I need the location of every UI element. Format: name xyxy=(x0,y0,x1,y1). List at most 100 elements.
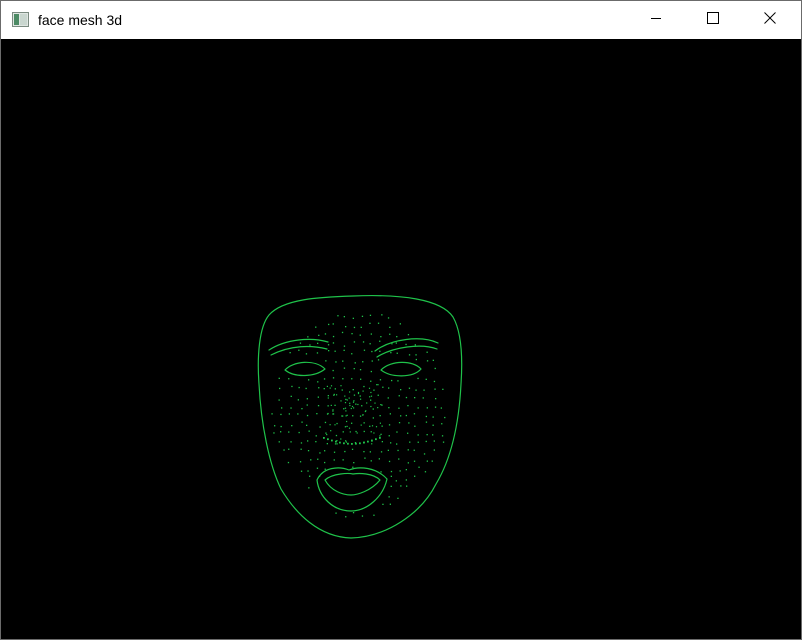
mesh-vertex xyxy=(300,448,302,450)
mesh-vertex xyxy=(351,333,353,335)
mesh-vertex xyxy=(355,430,357,433)
mesh-vertex xyxy=(352,466,354,468)
mesh-vertex xyxy=(353,341,356,343)
mesh-vertex xyxy=(390,475,392,477)
mesh-vertex xyxy=(307,336,309,338)
mesh-vertex xyxy=(336,394,338,396)
mesh-vertex xyxy=(390,442,392,444)
mesh-vertex xyxy=(342,431,344,433)
mesh-vertex xyxy=(400,389,402,391)
mesh-vertex xyxy=(340,385,342,387)
mesh-vertex xyxy=(352,401,355,403)
mesh-vertex xyxy=(391,379,393,382)
mesh-vertex xyxy=(288,448,290,450)
mesh-vertex xyxy=(342,378,344,380)
mesh-vertex xyxy=(434,406,437,408)
mesh-vertex xyxy=(332,409,334,411)
mesh-vertex xyxy=(353,400,355,402)
mesh-vertex xyxy=(405,396,408,399)
close-button[interactable] xyxy=(747,1,793,39)
mesh-vertex xyxy=(325,360,327,362)
mesh-vertex xyxy=(328,323,330,326)
mesh-vertex xyxy=(380,336,382,338)
mesh-vertex xyxy=(290,441,292,443)
mesh-vertex xyxy=(353,368,355,370)
mesh-vertex xyxy=(343,367,346,369)
mesh-vertex xyxy=(324,421,327,424)
mesh-vertex xyxy=(409,441,411,443)
mesh-vertex xyxy=(315,326,317,328)
mesh-vertex xyxy=(369,314,372,316)
mesh-vertex xyxy=(434,388,436,390)
mesh-vertex xyxy=(398,422,401,424)
mesh-vertex xyxy=(426,351,428,353)
mesh-vertex xyxy=(380,404,382,406)
mesh-vertex xyxy=(332,377,335,379)
mesh-vertex xyxy=(370,405,372,408)
mesh-vertex xyxy=(332,369,334,372)
mesh-vertex xyxy=(415,358,417,361)
mesh-vertex xyxy=(407,462,409,464)
mesh-vertex xyxy=(318,387,320,389)
mesh-vertex xyxy=(306,398,308,400)
mesh-vertex xyxy=(346,414,348,416)
mesh-vertex xyxy=(279,387,281,390)
mesh-vertex xyxy=(369,396,371,398)
mesh-vertex xyxy=(425,440,427,443)
app-window: face mesh 3d xyxy=(0,0,802,640)
mesh-vertex xyxy=(340,400,342,402)
mesh-vertex xyxy=(305,387,307,390)
left-eyebrow xyxy=(268,338,329,356)
mesh-vertex xyxy=(291,425,293,427)
mesh-vertex xyxy=(344,426,347,428)
mesh-vertex xyxy=(405,343,407,346)
mesh-vertex xyxy=(347,442,349,445)
mesh-vertex xyxy=(317,381,319,383)
mesh-vertex xyxy=(317,396,319,398)
mesh-vertex xyxy=(352,389,354,391)
mesh-vertex xyxy=(288,378,290,380)
mesh-vertex xyxy=(343,408,345,410)
mesh-vertex xyxy=(432,416,434,418)
mesh-vertex xyxy=(397,497,399,499)
mesh-vertex xyxy=(414,397,416,399)
mesh-vertex xyxy=(359,415,362,417)
mesh-vertex xyxy=(360,378,362,380)
render-canvas[interactable] xyxy=(1,39,801,639)
mesh-vertex xyxy=(377,359,380,361)
mesh-vertex xyxy=(382,386,384,388)
mesh-vertex xyxy=(290,407,292,409)
mesh-vertex xyxy=(349,391,351,393)
mesh-vertices xyxy=(271,314,446,518)
maximize-button[interactable] xyxy=(690,1,736,39)
mesh-vertex xyxy=(352,317,354,319)
mesh-vertex xyxy=(379,422,381,424)
mesh-vertex xyxy=(351,443,353,445)
mesh-vertex xyxy=(372,408,374,410)
maximize-icon xyxy=(707,11,719,29)
mesh-vertex xyxy=(380,451,383,453)
title-bar[interactable]: face mesh 3d xyxy=(1,1,801,39)
mesh-vertex xyxy=(300,442,303,444)
mesh-vertex xyxy=(405,479,407,481)
mesh-vertex xyxy=(355,442,357,445)
mesh-vertex xyxy=(345,398,347,401)
mesh-vertex xyxy=(327,412,329,415)
mesh-vertex xyxy=(408,354,411,356)
mesh-vertex xyxy=(371,425,374,427)
mesh-vertex xyxy=(346,399,348,401)
minimize-button[interactable] xyxy=(633,1,679,39)
right-eye xyxy=(380,361,422,377)
mesh-vertex xyxy=(405,469,407,471)
mesh-vertex xyxy=(345,516,347,518)
mesh-vertex xyxy=(316,352,319,354)
mesh-vertex xyxy=(379,379,382,381)
mesh-vertex xyxy=(334,443,337,445)
mesh-vertex xyxy=(356,432,358,434)
mesh-vertex xyxy=(280,413,282,416)
mesh-vertex xyxy=(324,468,326,470)
mesh-vertex xyxy=(379,435,381,437)
mesh-vertex xyxy=(336,443,338,445)
mesh-vertex xyxy=(370,399,372,401)
mesh-vertex xyxy=(423,453,426,455)
